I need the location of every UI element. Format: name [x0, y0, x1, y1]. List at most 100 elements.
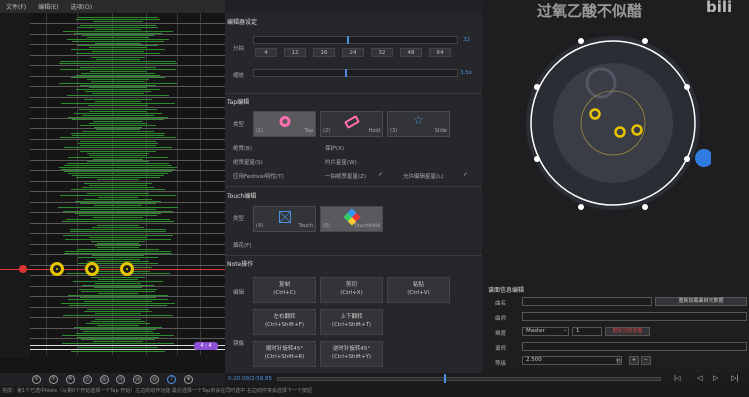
button-marker — [534, 156, 540, 162]
waveform-line — [80, 203, 156, 204]
status-bar: 完成：第1个已选中Note（从第0个开始选择一个Tap 开始）左边的动作功能 最… — [0, 386, 749, 397]
mode-icon-9[interactable]: ⑨ — [65, 374, 75, 384]
mode-icon-15[interactable]: ⑮ — [82, 374, 92, 384]
waveform-line — [88, 87, 148, 88]
tap-note[interactable] — [50, 262, 64, 276]
waveform-line — [96, 325, 140, 326]
mode-icon-7-active[interactable]: 7 — [167, 374, 177, 384]
divider — [225, 186, 482, 187]
waveform-line — [78, 143, 158, 144]
waveform-line — [92, 217, 143, 218]
waveform-line — [66, 39, 170, 40]
waveform-line — [68, 157, 168, 158]
judgement-ring-preview[interactable] — [515, 31, 711, 216]
beat-gridline — [30, 54, 225, 56]
check-firework[interactable]: 烟花(F) — [233, 241, 251, 249]
divide-slider[interactable] — [253, 36, 458, 44]
check-ex[interactable]: 保护(X) — [325, 144, 344, 152]
check-allow-edit-star[interactable]: 允许编辑星星(L) — [403, 172, 443, 180]
divide-preset-12[interactable]: 12 — [284, 48, 306, 57]
menu-edit[interactable]: 编辑(E) — [38, 2, 58, 11]
level-input[interactable]: 1 — [572, 327, 602, 336]
title-input[interactable] — [522, 297, 652, 306]
menu-file[interactable]: 文件(F) — [6, 2, 26, 11]
prev-icon[interactable]: ◁ — [697, 374, 702, 382]
flip-vertical-button[interactable]: 上下翻转 (Ctrl+Shift+T) — [320, 309, 383, 335]
waveform-line — [58, 207, 178, 208]
beat-gridline — [30, 243, 225, 245]
divide-label: 分拍 — [233, 46, 245, 52]
waveform-line — [81, 291, 155, 292]
divider — [225, 255, 482, 256]
tap-note[interactable] — [120, 262, 134, 276]
check-break-star[interactable]: 绝赞星星(S) — [233, 158, 263, 166]
divide-preset-4[interactable]: 4 — [255, 48, 277, 57]
divide-preset-32[interactable]: 32 — [371, 48, 393, 57]
title-label: 曲名 — [495, 301, 507, 307]
tap-type-card-tap[interactable]: (1) Tap — [253, 111, 316, 137]
waveform-line — [86, 261, 150, 262]
tap-note[interactable] — [85, 262, 99, 276]
rotate-ccw-button[interactable]: 逆时针旋转45° (Ctrl+Shift+Y) — [320, 341, 383, 367]
check-constraint-star[interactable]: 约片星星(W) — [325, 158, 357, 166]
mode-icon-17[interactable]: ⑰ — [116, 374, 126, 384]
divide-preset-48[interactable]: 48 — [400, 48, 422, 57]
waveform-line — [80, 151, 156, 152]
mode-icon-16[interactable]: ⑯ — [99, 374, 109, 384]
time-readout: 0:20.09/2:58.85 — [228, 376, 273, 382]
playhead-marker[interactable] — [19, 265, 27, 273]
character-art — [553, 63, 673, 183]
check-oneshot-star[interactable]: 一拍绝赞星星(Z) — [325, 172, 366, 180]
check-festival[interactable]: 应用Festival特性(T) — [233, 172, 284, 180]
artist-input[interactable] — [522, 312, 747, 321]
check-break[interactable]: 绝赞(B) — [233, 144, 252, 152]
cursor-handle[interactable] — [695, 149, 711, 167]
play-icon[interactable]: ▷ — [713, 374, 718, 382]
divide-preset-16[interactable]: 16 — [313, 48, 335, 57]
cut-button[interactable]: 剪切 (Ctrl+X) — [320, 277, 383, 303]
waveform-line — [64, 251, 172, 252]
waveform-line — [70, 231, 166, 232]
menu-options[interactable]: 选项(O) — [71, 2, 92, 11]
mode-icon-7[interactable]: ⑦ — [48, 374, 58, 384]
skip-forward-icon[interactable]: ▷| — [731, 374, 739, 382]
skip-back-icon[interactable]: |◁ — [674, 375, 681, 382]
waveform-line — [62, 31, 174, 32]
difficulty-select[interactable]: Master — [522, 327, 569, 336]
decrement-button[interactable]: − — [641, 356, 651, 365]
copy-button[interactable]: 复制 (Ctrl+C) — [253, 277, 316, 303]
increment-button[interactable]: + — [629, 356, 639, 365]
globe-icon[interactable]: ⊕ — [183, 374, 193, 384]
waveform-line — [88, 47, 148, 48]
waveform-line — [88, 155, 148, 156]
offset-input[interactable]: 2.500 — [522, 356, 622, 365]
paste-button[interactable]: 粘贴 (Ctrl+V) — [387, 277, 450, 303]
speed-slider[interactable] — [253, 69, 458, 77]
beat-gridline — [30, 96, 225, 98]
preview-panel: 过氧乙酸不似醋 bili 谱面信息编辑 曲名 重新加载曲目元数据 曲师 难度 M… — [482, 0, 749, 373]
reload-metadata-button[interactable]: 重新加载曲目元数据 — [655, 297, 747, 306]
waveform-line — [88, 111, 148, 112]
mode-icon-19[interactable]: ⑲ — [150, 374, 160, 384]
playhead-line — [0, 269, 225, 270]
designer-input[interactable] — [522, 342, 747, 351]
flip-horizontal-button[interactable]: 左右翻转 (Ctrl+Shift+F) — [253, 309, 316, 335]
waveform-line — [92, 255, 144, 256]
beat-gridline — [30, 191, 225, 192]
timeline-cursor[interactable] — [444, 374, 446, 383]
tap-type-card-slide[interactable]: ☆ (3) Slide — [387, 111, 450, 137]
waveform-line — [93, 341, 143, 342]
divide-preset-24[interactable]: 24 — [342, 48, 364, 57]
divide-value: 32 — [463, 37, 470, 43]
delete-chart-button[interactable]: 删除当前谱面 — [605, 327, 650, 336]
mirror-ops-label: 镜像 — [233, 341, 245, 347]
timeline-track[interactable] — [277, 377, 661, 381]
touch-type-card-touch[interactable]: (4) Touch — [253, 206, 316, 232]
divide-preset-64[interactable]: 64 — [429, 48, 451, 57]
mode-icon-18[interactable]: ⑱ — [133, 374, 143, 384]
rotate-cw-button[interactable]: 顺时针旋转45° (Ctrl+Shift+R) — [253, 341, 316, 367]
mode-icon-5[interactable]: ⑤ — [31, 374, 41, 384]
touch-type-card-touchhold[interactable]: (5) TouchHold — [320, 206, 383, 232]
tap-type-card-hold[interactable]: (2) Hold — [320, 111, 383, 137]
chart-lane-view[interactable]: 4 : 4 — [0, 13, 225, 373]
